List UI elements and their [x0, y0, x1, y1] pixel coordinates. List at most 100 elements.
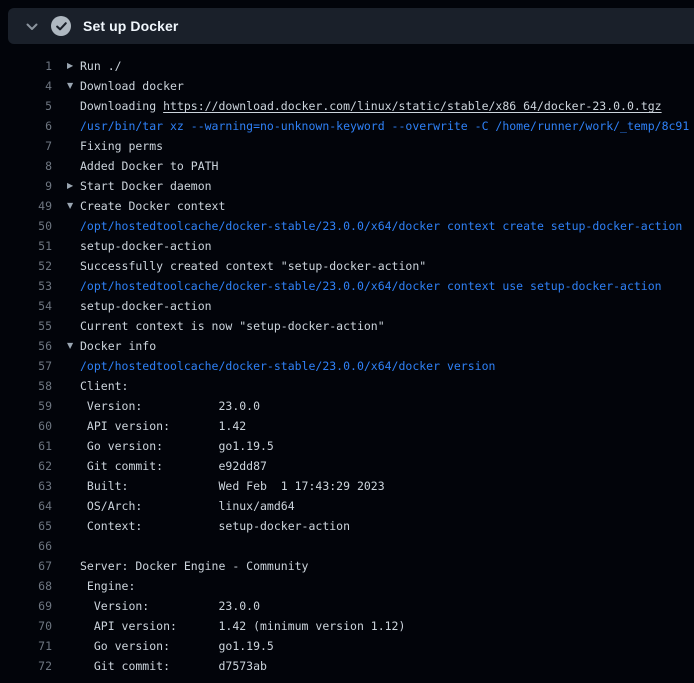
log-text-part: Downloading	[80, 99, 163, 113]
group-toggle-gutter: ▶	[52, 176, 80, 196]
log-link[interactable]: https://download.docker.com/linux/static…	[163, 99, 662, 113]
log-text: Git commit: e92dd87	[80, 456, 267, 476]
log-line[interactable]: 4 ▼ Download docker	[0, 76, 694, 96]
group-label: Start Docker daemon	[80, 176, 212, 196]
group-toggle-gutter	[52, 356, 80, 376]
line-number[interactable]: 63	[0, 476, 52, 496]
line-number[interactable]: 62	[0, 456, 52, 476]
line-number[interactable]: 59	[0, 396, 52, 416]
group-toggle-gutter	[52, 436, 80, 456]
group-collapsed-icon[interactable]: ▶	[67, 176, 73, 196]
group-label: Docker info	[80, 336, 156, 356]
line-number[interactable]: 54	[0, 296, 52, 316]
log-line: 59 Version: 23.0.0	[0, 396, 694, 416]
log-line: 67 Server: Docker Engine - Community	[0, 556, 694, 576]
log-text: Engine:	[80, 576, 135, 596]
log-line[interactable]: 1▶Run ./	[0, 56, 694, 76]
line-number[interactable]: 66	[0, 536, 52, 556]
line-number[interactable]: 5	[0, 96, 52, 116]
step-header[interactable]: Set up Docker	[8, 8, 694, 44]
log-text: Context: setup-docker-action	[80, 516, 350, 536]
group-toggle-gutter	[52, 296, 80, 316]
line-number[interactable]: 6	[0, 116, 52, 136]
group-toggle-gutter	[52, 96, 80, 116]
log-line: 62 Git commit: e92dd87	[0, 456, 694, 476]
log-line[interactable]: 56 ▼ Docker info	[0, 336, 694, 356]
log-line: 71 Go version: go1.19.5	[0, 636, 694, 656]
group-collapsed-icon[interactable]: ▶	[67, 56, 73, 76]
log-text: setup-docker-action	[80, 236, 212, 256]
log-text: API version: 1.42 (minimum version 1.12)	[80, 616, 405, 636]
log-line: 68 Engine:	[0, 576, 694, 596]
line-number[interactable]: 1	[0, 56, 52, 76]
line-number[interactable]: 55	[0, 316, 52, 336]
command-text: /usr/bin/tar xz --warning=no-unknown-key…	[80, 116, 689, 136]
collapse-step-button[interactable]	[20, 14, 44, 38]
group-toggle-gutter	[52, 376, 80, 396]
group-toggle-gutter	[52, 256, 80, 276]
line-number[interactable]: 61	[0, 436, 52, 456]
log-text: Current context is now "setup-docker-act…	[80, 316, 385, 336]
line-number[interactable]: 72	[0, 656, 52, 676]
line-number[interactable]: 64	[0, 496, 52, 516]
group-toggle-gutter: ▼	[52, 336, 80, 356]
line-number[interactable]: 70	[0, 616, 52, 636]
log-text: Successfully created context "setup-dock…	[80, 256, 426, 276]
group-expanded-icon[interactable]: ▼	[67, 196, 73, 216]
group-label: Create Docker context	[80, 196, 225, 216]
log-text: Downloading https://download.docker.com/…	[80, 96, 662, 116]
group-toggle-gutter	[52, 416, 80, 436]
log-text: setup-docker-action	[80, 296, 212, 316]
line-number[interactable]: 50	[0, 216, 52, 236]
group-toggle-gutter: ▼	[52, 76, 80, 96]
log-line: 64 OS/Arch: linux/amd64	[0, 496, 694, 516]
group-expanded-icon[interactable]: ▼	[67, 336, 73, 356]
line-number[interactable]: 71	[0, 636, 52, 656]
line-number[interactable]: 49	[0, 196, 52, 216]
log-text: Git commit: d7573ab	[80, 656, 267, 676]
command-text: /opt/hostedtoolcache/docker-stable/23.0.…	[80, 276, 662, 296]
log-line: 53/opt/hostedtoolcache/docker-stable/23.…	[0, 276, 694, 296]
line-number[interactable]: 58	[0, 376, 52, 396]
line-number[interactable]: 4	[0, 76, 52, 96]
group-toggle-gutter: ▼	[52, 196, 80, 216]
line-number[interactable]: 65	[0, 516, 52, 536]
log-line: 5 Downloading https://download.docker.com…	[0, 96, 694, 116]
group-toggle-gutter: ▶	[52, 56, 80, 76]
log-text: API version: 1.42	[80, 416, 246, 436]
log-line: 52 Successfully created context "setup-do…	[0, 256, 694, 276]
log-line: 8 Added Docker to PATH	[0, 156, 694, 176]
group-toggle-gutter	[52, 656, 80, 676]
line-number[interactable]: 8	[0, 156, 52, 176]
log-text: Client:	[80, 376, 128, 396]
group-toggle-gutter	[52, 616, 80, 636]
log-line: 51 setup-docker-action	[0, 236, 694, 256]
line-number[interactable]: 9	[0, 176, 52, 196]
line-number[interactable]: 53	[0, 276, 52, 296]
group-toggle-gutter	[52, 316, 80, 336]
group-toggle-gutter	[52, 456, 80, 476]
line-number[interactable]: 60	[0, 416, 52, 436]
log-line: 7Fixing perms	[0, 136, 694, 156]
line-number[interactable]: 52	[0, 256, 52, 276]
group-toggle-gutter	[52, 496, 80, 516]
log-line: 70 API version: 1.42 (minimum version 1.…	[0, 616, 694, 636]
log-text: Server: Docker Engine - Community	[80, 556, 308, 576]
line-number[interactable]: 68	[0, 576, 52, 596]
line-number[interactable]: 7	[0, 136, 52, 156]
group-expanded-icon[interactable]: ▼	[67, 76, 73, 96]
line-number[interactable]: 67	[0, 556, 52, 576]
line-number[interactable]: 56	[0, 336, 52, 356]
log-line: 60 API version: 1.42	[0, 416, 694, 436]
log-text: Added Docker to PATH	[80, 156, 218, 176]
log-line: 54 setup-docker-action	[0, 296, 694, 316]
log-line: 55 Current context is now "setup-docker-a…	[0, 316, 694, 336]
log-line[interactable]: 9 ▶ Start Docker daemon	[0, 176, 694, 196]
line-number[interactable]: 57	[0, 356, 52, 376]
log-line[interactable]: 49 ▼ Create Docker context	[0, 196, 694, 216]
line-number[interactable]: 51	[0, 236, 52, 256]
line-number[interactable]: 69	[0, 596, 52, 616]
step-success-check-icon	[51, 16, 71, 36]
group-label: Download docker	[80, 76, 184, 96]
log-line: 72 Git commit: d7573ab	[0, 656, 694, 676]
